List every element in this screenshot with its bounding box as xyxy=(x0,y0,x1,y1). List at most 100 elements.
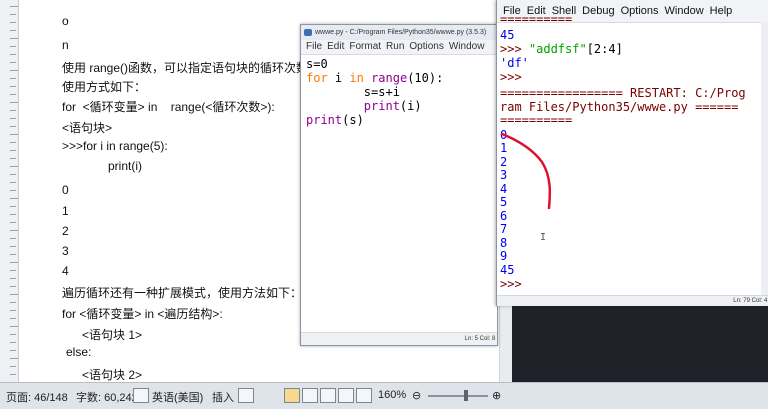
document-line: 2 xyxy=(62,224,69,238)
shell-line: 'df' xyxy=(500,56,529,70)
shell-line: 5 xyxy=(500,195,507,209)
document-line: <语句块 1> xyxy=(82,328,143,342)
shell-line: 45 xyxy=(500,263,514,277)
shell-line: 3 xyxy=(500,168,507,182)
document-line: <语句块 2> xyxy=(82,368,143,382)
document-line: else: xyxy=(66,345,92,359)
shell-token: 5 xyxy=(500,195,508,209)
shell-line: ========== xyxy=(500,12,572,26)
shell-scrollbar[interactable] xyxy=(761,22,768,296)
idle-shell-window[interactable]: File Edit Shell Debug Options Window Help ====… xyxy=(496,0,768,306)
shell-token: [2:4] xyxy=(586,42,623,56)
print-layout-icon[interactable] xyxy=(284,388,300,403)
shell-line: >>> xyxy=(500,70,522,84)
shell-token: >>> xyxy=(500,42,529,56)
page-count[interactable]: 页面: 46/148 xyxy=(6,389,68,405)
zoom-slider-thumb[interactable] xyxy=(464,390,468,401)
editor-menu-run[interactable]: Run xyxy=(386,41,404,52)
shell-line: 6 xyxy=(500,209,507,223)
code-token: print xyxy=(363,99,400,113)
code-token: s=s+i xyxy=(306,85,400,99)
proofing-icon[interactable] xyxy=(133,388,149,403)
zoom-level[interactable]: 160% xyxy=(378,389,406,401)
shell-token: 4 xyxy=(500,182,508,196)
shell-menu-window[interactable]: Window xyxy=(665,5,704,17)
shell-menu-help[interactable]: Help xyxy=(710,5,733,17)
document-line: for <循环变量> in range(<循环次数>): xyxy=(62,100,275,114)
document-line: 使用 range()函数，可以指定语句块的循环次数， xyxy=(62,61,321,75)
code-line: print(i) xyxy=(306,99,422,113)
editor-title-bar[interactable]: wwwe.py - C:/Program Files/Python35/wwwe… xyxy=(301,25,497,40)
shell-cursor-position: Ln: 79 Col: 4 xyxy=(733,298,768,304)
editor-menu-edit[interactable]: Edit xyxy=(327,41,344,52)
shell-line: ========== xyxy=(500,113,572,127)
shell-token: ================= RESTART: C:/Prog xyxy=(500,86,746,100)
document-line: 1 xyxy=(62,204,69,218)
document-line: o xyxy=(62,14,69,28)
outline-icon[interactable] xyxy=(338,388,354,403)
document-line: 3 xyxy=(62,244,69,258)
editor-title: wwwe.py - C:/Program Files/Python35/wwwe… xyxy=(315,29,487,36)
shell-line: 0 xyxy=(500,128,507,142)
shell-token: 45 xyxy=(500,263,515,277)
word-count[interactable]: 字数: 60,242 xyxy=(76,389,138,405)
editor-menu-bar: File Edit Format Run Options Window xyxy=(301,40,497,55)
web-layout-icon[interactable] xyxy=(320,388,336,403)
shell-line: 45 xyxy=(500,28,514,42)
code-line: s=0 xyxy=(306,57,328,71)
code-token: (i) xyxy=(399,99,422,113)
shell-token: "addfsf" xyxy=(528,42,587,56)
shell-menu-debug[interactable]: Debug xyxy=(582,5,614,17)
shell-token: ram Files/Python35/wwwe.py ====== xyxy=(500,100,739,114)
shell-line: 2 xyxy=(500,155,507,169)
language[interactable]: 英语(美国) xyxy=(152,389,203,405)
shell-token: 2 xyxy=(500,155,508,169)
shell-line: >>> "addfsf"[2:4] xyxy=(500,42,623,56)
code-token: (s) xyxy=(342,113,364,127)
code-token: (10): xyxy=(407,71,444,85)
document-line: >>>for i in range(5): xyxy=(62,139,168,153)
zoom-out-button[interactable]: ⊖ xyxy=(412,389,421,402)
shell-menu-options[interactable]: Options xyxy=(621,5,659,17)
shell-line: 9 xyxy=(500,249,507,263)
draft-icon[interactable] xyxy=(356,388,372,403)
shell-token: 'df' xyxy=(500,56,529,70)
editor-code-area[interactable]: s=0 for i in range(10): s=s+i print(i) pri… xyxy=(301,55,497,331)
zoom-in-button[interactable]: ⊕ xyxy=(492,389,501,402)
editor-menu-file[interactable]: File xyxy=(306,41,322,52)
code-token: range xyxy=(371,71,408,85)
code-line: print(s) xyxy=(306,113,364,127)
code-token: i xyxy=(327,71,350,85)
editor-menu-format[interactable]: Format xyxy=(349,41,381,52)
document-line: n xyxy=(62,38,69,52)
code-token: s=0 xyxy=(306,57,328,71)
shell-status-bar: Ln: 79 Col: 4 xyxy=(497,295,768,306)
code-token: print xyxy=(306,113,343,127)
shell-token: 7 xyxy=(500,222,508,236)
word-status-bar: 页面: 46/148 字数: 60,242 英语(美国) 插入 160% ⊖ ⊕ xyxy=(0,382,768,409)
full-screen-icon[interactable] xyxy=(302,388,318,403)
shell-token: 8 xyxy=(500,236,508,250)
editor-menu-options[interactable]: Options xyxy=(409,41,443,52)
shell-line: 8 xyxy=(500,236,507,250)
editor-status-bar: Ln: 5 Col: 8 xyxy=(301,332,497,345)
document-line: for <循环变量> in <遍历结构>: xyxy=(62,307,223,321)
shell-line: ================= RESTART: C:/Prog xyxy=(500,86,746,100)
insert-mode[interactable]: 插入 xyxy=(212,389,234,405)
shell-token: 3 xyxy=(500,168,508,182)
idle-editor-window[interactable]: wwwe.py - C:/Program Files/Python35/wwwe… xyxy=(300,24,498,346)
code-line: for i in range(10): xyxy=(306,71,443,85)
zoom-slider[interactable] xyxy=(428,395,488,397)
document-line: print(i) xyxy=(108,159,143,173)
shell-token: 45 xyxy=(500,28,515,42)
shell-token: 1 xyxy=(500,141,508,155)
shell-line: >>> xyxy=(500,277,522,291)
editor-menu-window[interactable]: Window xyxy=(449,41,485,52)
macro-icon[interactable] xyxy=(238,388,254,403)
document-line: 使用方式如下： xyxy=(62,80,147,94)
code-line: s=s+i xyxy=(306,85,400,99)
shell-token: >>> xyxy=(500,277,522,291)
document-line: 0 xyxy=(62,183,69,197)
